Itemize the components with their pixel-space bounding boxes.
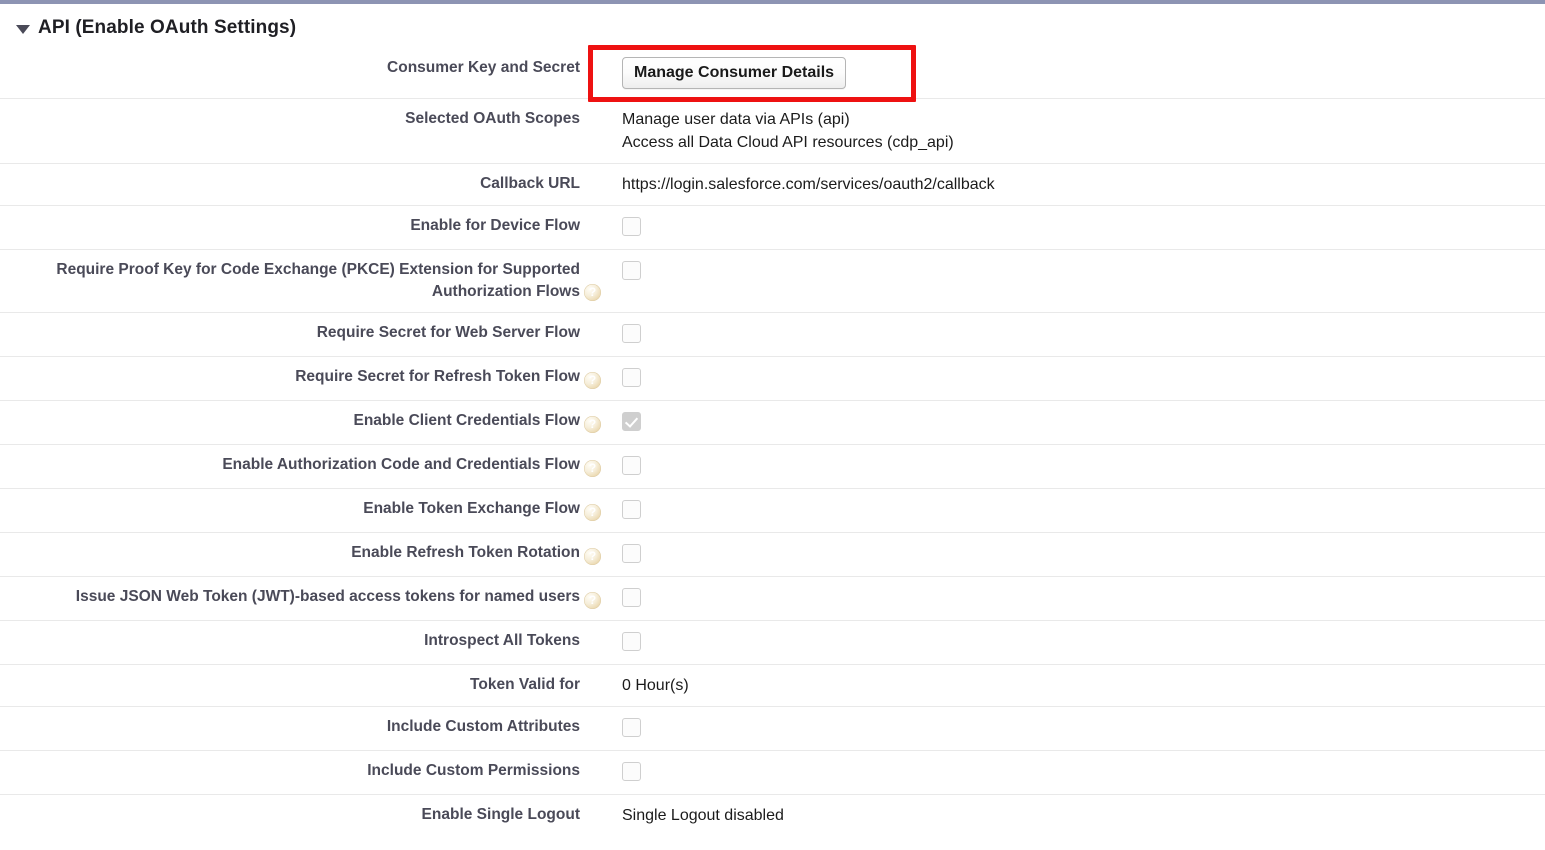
help-question-icon[interactable]: ? <box>584 460 601 477</box>
field-label: Enable for Device Flow <box>410 217 580 234</box>
checkbox-unchecked[interactable] <box>622 324 641 343</box>
checkbox-cell <box>622 489 1545 532</box>
field-label: Introspect All Tokens <box>424 632 580 649</box>
value-text: 0 Hour(s) <box>622 677 689 694</box>
detail-row: Introspect All Tokens <box>0 621 1545 665</box>
checkbox-unchecked[interactable] <box>622 456 641 475</box>
manage-consumer-details-button[interactable]: Manage Consumer Details <box>622 57 847 89</box>
detail-row: Include Custom Permissions <box>0 751 1545 795</box>
detail-row: Enable Authorization Code and Credential… <box>0 445 1545 489</box>
help-slot <box>580 621 622 664</box>
help-slot: ? <box>580 533 622 576</box>
field-label: Enable Token Exchange Flow <box>363 500 580 517</box>
detail-row: Enable Token Exchange Flow? <box>0 489 1545 533</box>
field-label: Include Custom Attributes <box>386 718 580 735</box>
help-slot <box>580 48 622 98</box>
checkbox-cell <box>622 445 1545 488</box>
help-question-icon[interactable]: ? <box>584 504 601 521</box>
help-slot: ? <box>580 401 622 444</box>
field-label: Require Secret for Web Server Flow <box>316 324 580 341</box>
help-slot <box>580 751 622 794</box>
checkbox-cell <box>622 206 1545 249</box>
detail-row: Consumer Key and Secret Manage Consumer D… <box>0 48 1545 99</box>
top-accent-bar <box>0 0 1545 4</box>
field-label: Issue JSON Web Token (JWT)-based access … <box>75 588 580 605</box>
checkbox-cell <box>622 313 1545 356</box>
detail-row: Enable Client Credentials Flow? <box>0 401 1545 445</box>
help-slot <box>580 795 622 836</box>
checkbox-unchecked[interactable] <box>622 544 641 563</box>
detail-row: Token Valid for 0 Hour(s) <box>0 665 1545 707</box>
field-label: Require Proof Key for Code Exchange (PKC… <box>56 261 580 300</box>
page-title: API (Enable OAuth Settings) <box>38 17 297 38</box>
field-label: Include Custom Permissions <box>367 762 580 779</box>
field-label: Enable Authorization Code and Credential… <box>222 456 580 473</box>
detail-row: Require Secret for Refresh Token Flow? <box>0 357 1545 401</box>
section-header[interactable]: API (Enable OAuth Settings) <box>0 13 296 43</box>
detail-row: Enable Refresh Token Rotation? <box>0 533 1545 577</box>
help-slot <box>580 665 622 706</box>
field-label: Enable Client Credentials Flow <box>353 412 580 429</box>
detail-row: Callback URL https://login.salesforce.com… <box>0 164 1545 206</box>
help-question-icon[interactable]: ? <box>584 284 601 301</box>
field-label: Require Secret for Refresh Token Flow <box>295 368 580 385</box>
help-question-icon[interactable]: ? <box>584 592 601 609</box>
detail-row: Selected OAuth Scopes Manage user data vi… <box>0 99 1545 164</box>
value-text: Single Logout disabled <box>622 807 784 824</box>
help-question-icon[interactable]: ? <box>584 416 601 433</box>
oauth-settings-table: Consumer Key and Secret Manage Consumer D… <box>0 48 1545 836</box>
oauth-settings-page: API (Enable OAuth Settings) Consumer Key… <box>0 0 1545 850</box>
checkbox-cell <box>622 621 1545 664</box>
detail-row: Require Secret for Web Server Flow <box>0 313 1545 357</box>
oauth-scope-item: Access all Data Cloud API resources (cdp… <box>622 134 954 151</box>
checkbox-unchecked[interactable] <box>622 762 641 781</box>
field-label: Callback URL <box>480 175 580 192</box>
detail-row: Enable for Device Flow <box>0 206 1545 250</box>
checkbox-unchecked[interactable] <box>622 368 641 387</box>
checkbox-cell <box>622 577 1545 620</box>
field-label: Selected OAuth Scopes <box>405 110 580 127</box>
field-label: Enable Refresh Token Rotation <box>351 544 580 561</box>
checkbox-cell <box>622 707 1545 750</box>
oauth-scope-item: Manage user data via APIs (api) <box>622 111 850 128</box>
help-slot <box>580 707 622 750</box>
checkbox-unchecked[interactable] <box>622 261 641 280</box>
help-slot: ? <box>580 250 622 312</box>
value-text: https://login.salesforce.com/services/oa… <box>622 176 995 193</box>
help-slot <box>580 99 622 163</box>
button-cell: Manage Consumer Details <box>622 48 1545 98</box>
field-label: Token Valid for <box>470 676 580 693</box>
checkbox-checked[interactable] <box>622 412 641 431</box>
multiline-value-cell: Manage user data via APIs (api) Access al… <box>622 99 1545 163</box>
checkbox-unchecked[interactable] <box>622 588 641 607</box>
caret-down-icon[interactable] <box>16 24 30 34</box>
checkbox-unchecked[interactable] <box>622 500 641 519</box>
checkbox-cell <box>622 751 1545 794</box>
detail-row: Issue JSON Web Token (JWT)-based access … <box>0 577 1545 621</box>
help-slot <box>580 313 622 356</box>
checkbox-unchecked[interactable] <box>622 632 641 651</box>
checkbox-unchecked[interactable] <box>622 217 641 236</box>
checkbox-unchecked[interactable] <box>622 718 641 737</box>
help-slot <box>580 206 622 249</box>
field-label: Enable Single Logout <box>421 806 580 823</box>
detail-row: Require Proof Key for Code Exchange (PKC… <box>0 250 1545 313</box>
help-question-icon[interactable]: ? <box>584 548 601 565</box>
detail-row: Include Custom Attributes <box>0 707 1545 751</box>
field-label: Consumer Key and Secret <box>387 59 580 76</box>
help-slot <box>580 164 622 205</box>
help-slot: ? <box>580 489 622 532</box>
checkbox-cell <box>622 401 1545 444</box>
help-slot: ? <box>580 445 622 488</box>
help-slot: ? <box>580 577 622 620</box>
checkbox-cell <box>622 533 1545 576</box>
help-slot: ? <box>580 357 622 400</box>
checkbox-cell <box>622 357 1545 400</box>
checkbox-cell <box>622 250 1545 293</box>
detail-row: Enable Single Logout Single Logout disabl… <box>0 795 1545 836</box>
help-question-icon[interactable]: ? <box>584 372 601 389</box>
